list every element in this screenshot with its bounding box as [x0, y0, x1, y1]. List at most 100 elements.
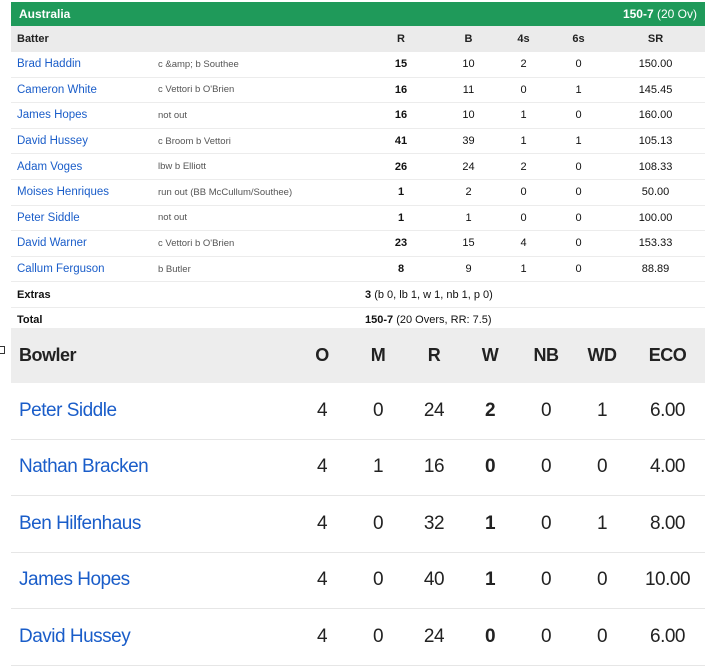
bowler-overs: 4	[294, 608, 350, 666]
dismissal-text: not out	[156, 102, 362, 129]
bowler-row: Peter Siddle 4 0 24 2 0 1 6.00	[11, 383, 705, 440]
batter-runs: 26	[361, 153, 442, 180]
dismissal-text: run out (BB McCullum/Southee)	[156, 179, 362, 206]
bowler-wides: 0	[574, 439, 630, 496]
batter-name-link[interactable]: Brad Haddin	[11, 52, 156, 78]
batter-row: Adam Voges lbw b Elliott 26 24 2 0 108.33	[11, 153, 705, 180]
bowler-name-link[interactable]: Nathan Bracken	[11, 439, 294, 496]
bowler-row: Nathan Bracken 4 1 16 0 0 0 4.00	[11, 439, 705, 496]
batter-strike-rate: 153.33	[606, 230, 705, 257]
batter-fours: 2	[496, 153, 552, 180]
bowler-maidens: 0	[350, 608, 406, 666]
bowler-maidens: 0	[350, 495, 406, 553]
batter-fours: 1	[496, 128, 552, 155]
batter-sixes: 0	[551, 179, 607, 206]
batter-runs: 1	[361, 179, 442, 206]
batter-strike-rate: 150.00	[606, 52, 705, 78]
bowler-wides: 0	[574, 608, 630, 666]
bowler-wickets: 1	[462, 495, 518, 553]
bowler-name-link[interactable]: James Hopes	[11, 552, 294, 609]
batting-header-row: Batter R B 4s 6s SR	[11, 26, 705, 52]
bowler-no-balls: 0	[518, 608, 574, 666]
batter-runs: 41	[361, 128, 442, 155]
bowler-wides: 1	[574, 495, 630, 553]
batter-name-link[interactable]: David Hussey	[11, 128, 156, 155]
col-fours: 4s	[496, 26, 552, 52]
col-strike-rate: SR	[606, 26, 705, 52]
col-maidens: M	[350, 328, 406, 383]
batter-name-link[interactable]: Callum Ferguson	[11, 256, 156, 283]
batter-balls: 15	[441, 230, 497, 257]
bowler-name-link[interactable]: Ben Hilfenhaus	[11, 495, 294, 553]
batter-runs: 23	[361, 230, 442, 257]
batter-sixes: 0	[551, 52, 607, 78]
bowler-wickets: 2	[462, 383, 518, 440]
batter-row: Moises Henriques run out (BB McCullum/Sou…	[11, 179, 705, 206]
batter-balls: 1	[441, 205, 497, 232]
bowler-overs: 4	[294, 495, 350, 553]
batter-name-link[interactable]: Peter Siddle	[11, 205, 156, 232]
batter-fours: 2	[496, 52, 552, 78]
bowler-economy: 8.00	[630, 495, 705, 553]
bowler-runs: 16	[406, 439, 462, 496]
batter-name-link[interactable]: James Hopes	[11, 102, 156, 129]
batter-fours: 1	[496, 256, 552, 283]
dismissal-text: c &amp; b Southee	[156, 52, 362, 78]
batter-row: Peter Siddle not out 1 1 0 0 100.00	[11, 205, 705, 232]
batter-sixes: 0	[551, 205, 607, 232]
row-marker-icon	[0, 346, 5, 354]
bowler-no-balls: 0	[518, 439, 574, 496]
team-score: 150-7 (20 Ov)	[622, 7, 697, 21]
batter-row: David Warner c Vettori b O'Brien 23 15 4 0 153…	[11, 230, 705, 257]
col-bowler: Bowler	[11, 328, 294, 383]
bowler-economy: 10.00	[630, 552, 705, 609]
batter-fours: 0	[496, 77, 552, 104]
bowler-economy: 4.00	[630, 439, 705, 496]
batter-name-link[interactable]: Cameron White	[11, 77, 156, 104]
bowler-name-link[interactable]: David Hussey	[11, 608, 294, 666]
dismissal-text: b Butler	[156, 256, 362, 283]
batter-balls: 2	[441, 179, 497, 206]
batter-strike-rate: 88.89	[606, 256, 705, 283]
extras-value: 3 (b 0, lb 1, w 1, nb 1, p 0)	[361, 281, 705, 308]
col-wides: WD	[574, 328, 630, 383]
extras-row: Extras 3 (b 0, lb 1, w 1, nb 1, p 0)	[11, 281, 705, 308]
bowler-wickets: 0	[462, 439, 518, 496]
bowler-wides: 1	[574, 383, 630, 440]
batter-fours: 4	[496, 230, 552, 257]
batting-table: Batter R B 4s 6s SR Brad Haddin c &amp; b…	[11, 26, 705, 334]
batter-sixes: 0	[551, 256, 607, 283]
bowler-maidens: 1	[350, 439, 406, 496]
bowler-row: David Hussey 4 0 24 0 0 0 6.00	[11, 608, 705, 666]
batter-sixes: 0	[551, 153, 607, 180]
batter-runs: 15	[361, 52, 442, 78]
bowler-runs: 40	[406, 552, 462, 609]
dismissal-text: c Vettori b O'Brien	[156, 77, 362, 104]
batter-name-link[interactable]: Adam Voges	[11, 153, 156, 180]
batter-strike-rate: 108.33	[606, 153, 705, 180]
batter-balls: 9	[441, 256, 497, 283]
batter-sixes: 0	[551, 102, 607, 129]
batter-balls: 39	[441, 128, 497, 155]
batter-runs: 8	[361, 256, 442, 283]
bowler-wickets: 0	[462, 608, 518, 666]
bowler-economy: 6.00	[630, 608, 705, 666]
batter-name-link[interactable]: Moises Henriques	[11, 179, 156, 206]
bowler-name-link[interactable]: Peter Siddle	[11, 383, 294, 440]
team-name: Australia	[19, 7, 71, 21]
batter-sixes: 1	[551, 77, 607, 104]
bowler-maidens: 0	[350, 552, 406, 609]
batter-fours: 0	[496, 179, 552, 206]
col-overs: O	[294, 328, 350, 383]
batter-balls: 10	[441, 102, 497, 129]
bowler-overs: 4	[294, 439, 350, 496]
batter-name-link[interactable]: David Warner	[11, 230, 156, 257]
batter-row: James Hopes not out 16 10 1 0 160.00	[11, 102, 705, 129]
col-batter: Batter	[11, 26, 362, 52]
batter-fours: 0	[496, 205, 552, 232]
bowling-scorecard: Bowler O M R W NB WD ECO Peter Siddle 4 0 2…	[11, 328, 705, 666]
col-economy: ECO	[630, 328, 705, 383]
bowler-no-balls: 0	[518, 495, 574, 553]
batter-runs: 16	[361, 102, 442, 129]
batter-row: Brad Haddin c &amp; b Southee 15 10 2 0 150.00	[11, 52, 705, 78]
